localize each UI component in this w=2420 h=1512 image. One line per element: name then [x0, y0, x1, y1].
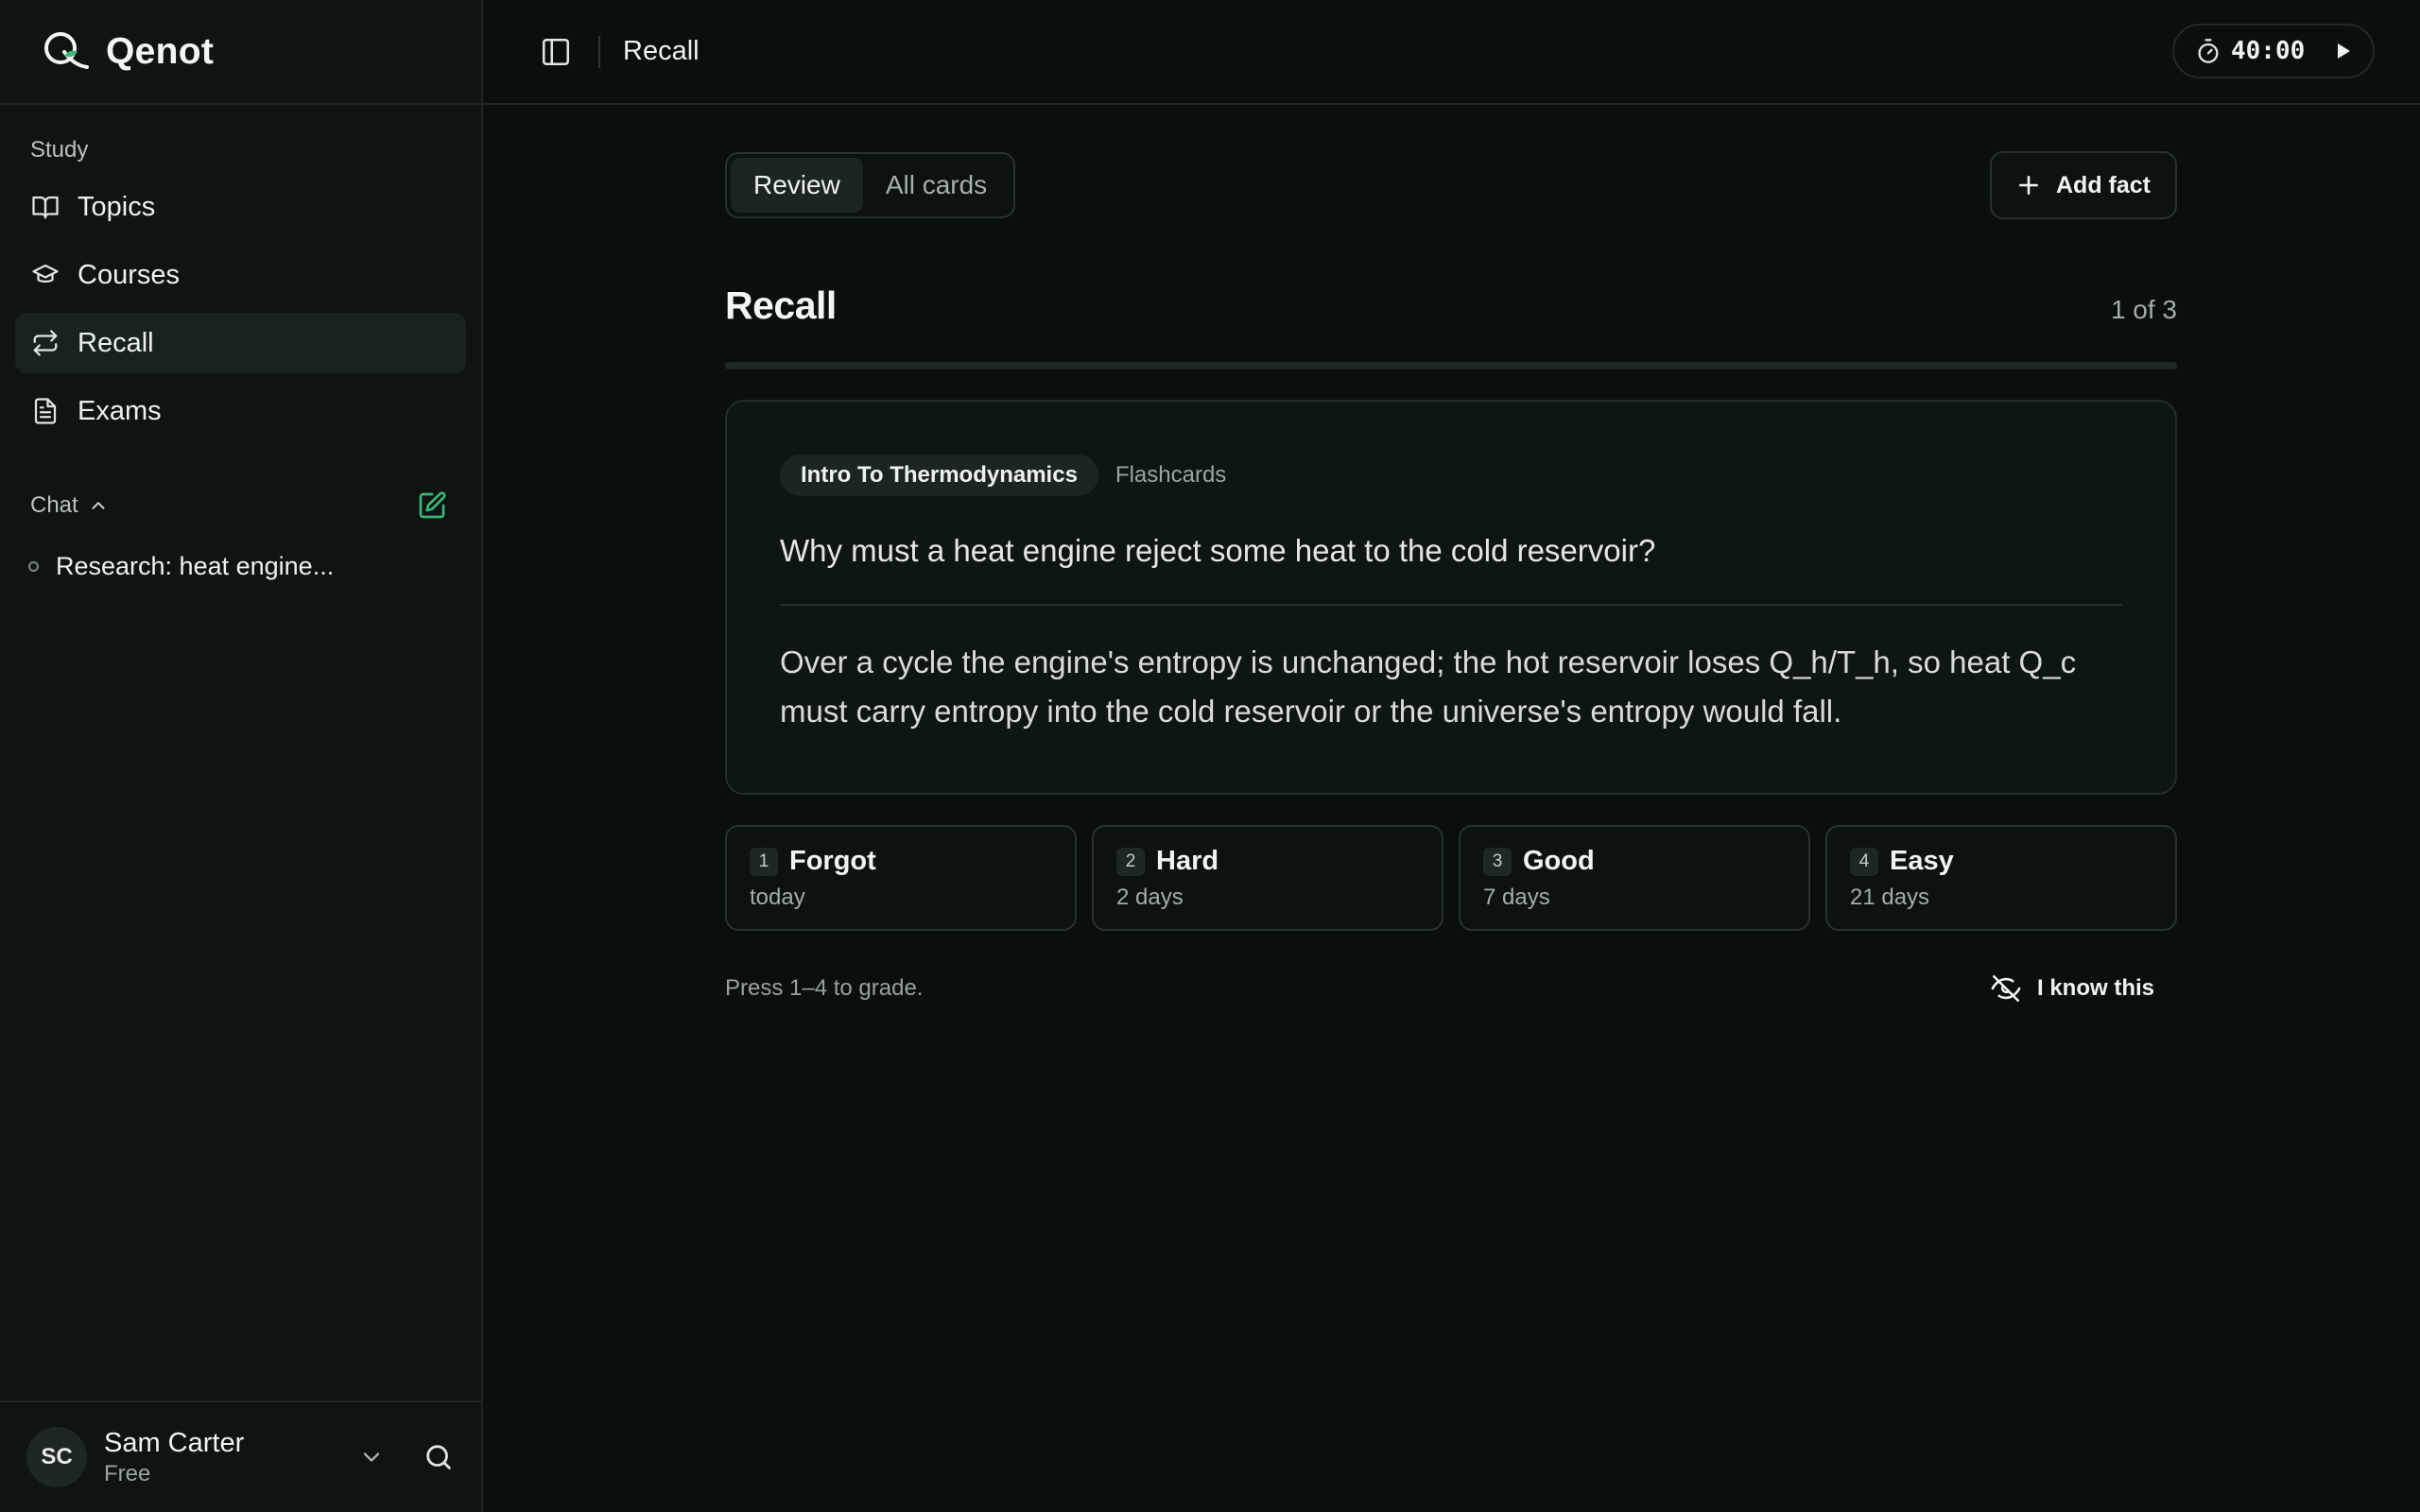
review-progress-bar — [725, 362, 2177, 369]
tab-review[interactable]: Review — [731, 158, 863, 213]
recall-heading-row: Recall 1 of 3 — [725, 284, 2177, 328]
i-know-this-button[interactable]: I know this — [1990, 972, 2177, 1005]
grade-interval: 2 days — [1116, 885, 1184, 910]
chat-title: Research: heat engine... — [56, 551, 335, 580]
main-area: Recall 40:00 Review All cards Add fact R… — [483, 0, 2420, 1512]
grade-shortcut-key: 4 — [1850, 847, 1878, 876]
grade-label: Hard — [1156, 846, 1219, 876]
grade-hard-button[interactable]: 2 Hard 2 days — [1092, 825, 1443, 931]
grade-header: 1 Forgot — [750, 846, 1052, 877]
sidebar-item-label: Courses — [78, 259, 180, 290]
grade-forgot-button[interactable]: 1 Forgot today — [725, 825, 1077, 931]
chevron-down-icon[interactable] — [358, 1444, 385, 1470]
i-know-this-label: I know this — [2036, 975, 2154, 1001]
grade-shortcut-key: 2 — [1116, 847, 1145, 876]
flashcard: Intro To Thermodynamics Flashcards Why m… — [725, 400, 2177, 795]
grade-label: Easy — [1890, 846, 1954, 876]
sidebar-item-recall[interactable]: Recall — [15, 313, 466, 373]
grade-header: 2 Hard — [1116, 846, 1419, 877]
card-divider — [780, 604, 2122, 606]
recall-content: Review All cards Add fact Recall 1 of 3 … — [725, 151, 2177, 1005]
sidebar-item-exams[interactable]: Exams — [15, 381, 466, 441]
view-tabs: Review All cards — [725, 152, 1016, 218]
chat-section-label: Chat — [30, 492, 78, 518]
card-counter: 1 of 3 — [2110, 295, 2177, 324]
sidebar: Qenot Study Topics Courses Recall Exams … — [0, 0, 483, 1512]
card-type-label: Flashcards — [1115, 462, 1227, 488]
grade-label: Forgot — [789, 846, 876, 876]
graduation-cap-icon — [30, 260, 60, 290]
new-chat-icon[interactable] — [417, 490, 447, 521]
user-bar: SC Sam Carter Free — [0, 1400, 481, 1512]
book-open-icon — [30, 192, 60, 222]
chat-section-header: Chat — [0, 487, 481, 524]
tab-all-cards[interactable]: All cards — [863, 158, 1010, 213]
sidebar-item-label: Recall — [78, 327, 154, 358]
grade-interval: 21 days — [1850, 885, 1930, 910]
grade-interval: today — [750, 885, 805, 910]
recall-heading: Recall — [725, 284, 837, 327]
recall-footer: Press 1–4 to grade. I know this — [725, 972, 2177, 1005]
sidebar-nav: Topics Courses Recall Exams — [0, 177, 481, 449]
grade-buttons: 1 Forgot today 2 Hard 2 days 3 Good 7 da… — [725, 825, 2177, 931]
topbar: Recall 40:00 — [483, 0, 2420, 105]
app-root: Qenot Study Topics Courses Recall Exams … — [0, 0, 2420, 1512]
qenot-logo-icon — [44, 31, 89, 69]
chat-list-item[interactable]: Research: heat engine... — [0, 547, 481, 585]
file-text-icon — [30, 396, 60, 426]
page-title: Recall — [623, 36, 700, 66]
stopwatch-icon — [2198, 39, 2219, 63]
study-timer: 40:00 — [2172, 24, 2375, 78]
chat-status-dot — [28, 560, 39, 572]
grade-label: Good — [1523, 846, 1595, 876]
card-tags: Intro To Thermodynamics Flashcards — [780, 455, 2122, 496]
sidebar-item-topics[interactable]: Topics — [15, 177, 466, 237]
brand-name: Qenot — [106, 30, 215, 72]
add-fact-label: Add fact — [2056, 171, 2151, 198]
chevron-up-icon — [92, 502, 105, 509]
user-name: Sam Carter — [104, 1428, 245, 1458]
grade-good-button[interactable]: 3 Good 7 days — [1459, 825, 1810, 931]
recall-toolbar: Review All cards Add fact — [725, 151, 2177, 219]
sidebar-item-label: Exams — [78, 395, 162, 426]
user-plan: Free — [104, 1461, 151, 1486]
topic-badge[interactable]: Intro To Thermodynamics — [780, 455, 1098, 496]
grading-hint: Press 1–4 to grade. — [725, 975, 924, 1001]
card-question: Why must a heat engine reject some heat … — [780, 533, 1656, 568]
sidebar-toggle-icon[interactable] — [540, 36, 572, 68]
brand[interactable]: Qenot — [0, 0, 481, 105]
add-fact-button[interactable]: Add fact — [1990, 151, 2177, 219]
grade-shortcut-key: 1 — [750, 847, 778, 876]
sidebar-item-courses[interactable]: Courses — [15, 245, 466, 305]
eye-off-icon — [1991, 974, 2021, 1003]
grade-header: 3 Good — [1483, 846, 1786, 877]
avatar[interactable]: SC — [26, 1427, 87, 1487]
user-info[interactable]: Sam Carter Free — [104, 1426, 358, 1488]
repeat-icon — [30, 328, 60, 358]
grade-shortcut-key: 3 — [1483, 847, 1512, 876]
topbar-divider — [598, 35, 600, 68]
grade-header: 4 Easy — [1850, 846, 2152, 877]
search-icon[interactable] — [423, 1441, 455, 1473]
card-answer: Over a cycle the engine's entropy is unc… — [780, 644, 2077, 729]
sidebar-item-label: Topics — [78, 191, 156, 222]
grade-interval: 7 days — [1483, 885, 1550, 910]
play-icon[interactable] — [2331, 40, 2354, 62]
grade-easy-button[interactable]: 4 Easy 21 days — [1825, 825, 2177, 931]
chat-section-toggle[interactable]: Chat — [30, 492, 109, 519]
study-section-label: Study — [30, 137, 89, 163]
plus-icon — [2019, 176, 2038, 195]
timer-value: 40:00 — [2231, 37, 2306, 65]
